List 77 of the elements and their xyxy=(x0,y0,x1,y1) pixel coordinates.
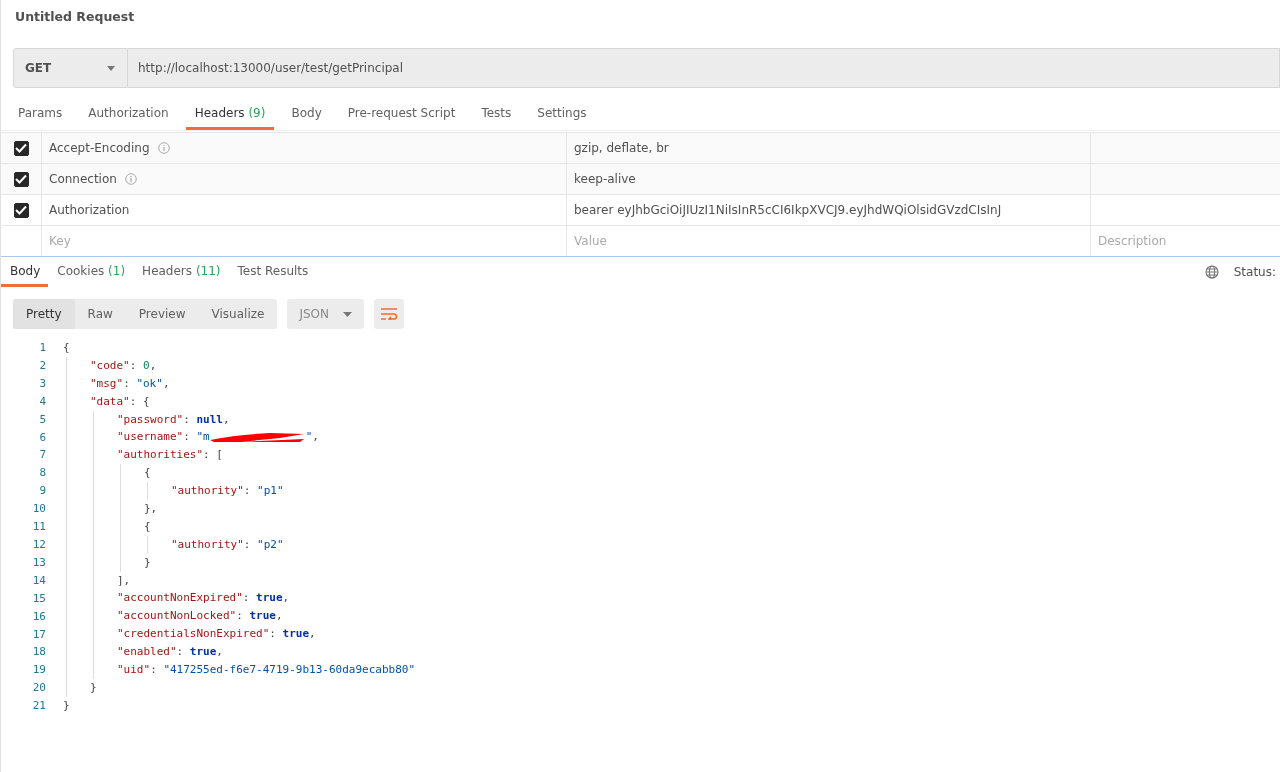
globe-icon[interactable] xyxy=(1204,265,1219,279)
code-line: "accountNonExpired": true, xyxy=(117,590,291,607)
line-number: 7 xyxy=(38,447,47,464)
line-number: 17 xyxy=(31,626,47,643)
request-tab[interactable]: Body xyxy=(282,98,331,130)
line-number: 9 xyxy=(38,483,47,500)
request-tab[interactable]: Tests xyxy=(472,98,521,130)
description-field[interactable]: Description xyxy=(1098,234,1273,248)
line-number: 19 xyxy=(31,662,47,679)
line-number: 14 xyxy=(31,572,47,589)
code-line: { xyxy=(144,465,152,482)
response-tab[interactable]: Headers (11) xyxy=(133,257,229,287)
header-key: Connection xyxy=(49,172,117,186)
header-value: keep-alive xyxy=(574,172,636,186)
checkbox[interactable] xyxy=(13,140,29,156)
line-number: 2 xyxy=(38,357,47,374)
code-line: "authorities": [ xyxy=(117,447,224,464)
line-number: 13 xyxy=(31,554,47,571)
request-title: Untitled Request xyxy=(14,8,136,26)
response-tab[interactable]: Cookies (1) xyxy=(48,257,134,287)
status-label: Status: xyxy=(1233,265,1276,279)
code-line: "username": "m ", xyxy=(117,429,320,447)
response-tab[interactable]: Body xyxy=(1,257,49,287)
url-field[interactable]: http://localhost:13000/user/test/getPrincipal xyxy=(128,48,1280,88)
line-number: 18 xyxy=(31,644,47,661)
line-number: 4 xyxy=(38,393,47,410)
request-tab[interactable]: Authorization xyxy=(79,98,178,130)
wrap-lines-icon xyxy=(381,308,397,320)
header-key: Accept-Encoding xyxy=(49,141,150,155)
line-number: 8 xyxy=(38,465,47,482)
code-line: } xyxy=(144,554,152,571)
response-tab[interactable]: Test Results xyxy=(228,257,317,287)
caret-icon xyxy=(107,65,115,71)
code-line: { xyxy=(144,518,152,535)
line-number: 10 xyxy=(31,501,47,518)
request-tab[interactable]: Headers (9) xyxy=(185,98,275,130)
code-line: "accountNonLocked": true, xyxy=(117,608,284,625)
line-number: 5 xyxy=(38,411,47,428)
code-line: "code": 0, xyxy=(90,357,158,374)
code-line: "uid": "417255ed-f6e7-4719-9b13-60da9ecabb80" xyxy=(117,662,417,679)
code-line: }, xyxy=(144,501,159,517)
line-number: 12 xyxy=(31,536,47,553)
code-line: } xyxy=(63,697,71,714)
view-mode-tab[interactable]: Pretty xyxy=(13,299,75,329)
line-number: 21 xyxy=(31,698,47,715)
code-line: "enabled": true, xyxy=(117,644,224,661)
view-mode-tab[interactable]: Visualize xyxy=(198,299,278,329)
line-number: 3 xyxy=(38,375,47,392)
view-mode-tab[interactable]: Raw xyxy=(74,299,126,329)
request-tab[interactable]: Params xyxy=(9,98,72,130)
request-tab[interactable]: Settings xyxy=(528,98,596,130)
line-number: 1 xyxy=(38,340,47,356)
view-mode-tab[interactable]: Preview xyxy=(125,299,199,329)
code-line: "authority": "p1" xyxy=(171,483,285,500)
line-number: 6 xyxy=(38,429,47,446)
code-line: "msg": "ok", xyxy=(90,375,171,392)
line-number: 20 xyxy=(31,680,47,697)
checkbox[interactable] xyxy=(13,202,29,218)
code-line: { xyxy=(63,340,71,356)
key-field[interactable]: Key xyxy=(49,234,559,248)
line-number: 15 xyxy=(31,590,47,607)
code-line: "password": null, xyxy=(117,411,231,428)
header-key: Authorization xyxy=(49,203,130,217)
line-number: 11 xyxy=(31,519,47,536)
header-value: bearer eyJhbGciOiJIUzI1NiIsInR5cCI6IkpXVCJ9.eyJhdWQiOlsidGVzdCIsInJ xyxy=(574,203,1002,217)
header-value: gzip, deflate, br xyxy=(574,141,669,155)
value-field[interactable]: Value xyxy=(574,234,1083,248)
code-line: } xyxy=(90,679,98,696)
code-line: "data": { xyxy=(90,393,151,410)
caret-icon xyxy=(343,311,352,317)
line-number: 16 xyxy=(31,608,47,625)
code-line: "credentialsNonExpired": true, xyxy=(117,626,317,643)
code-line: "authority": "p2" xyxy=(171,536,285,553)
code-line: ], xyxy=(117,572,132,589)
request-tab[interactable]: Pre-request Script xyxy=(338,98,465,130)
method-dropdown[interactable]: GET xyxy=(13,48,128,88)
checkbox[interactable] xyxy=(13,171,29,187)
